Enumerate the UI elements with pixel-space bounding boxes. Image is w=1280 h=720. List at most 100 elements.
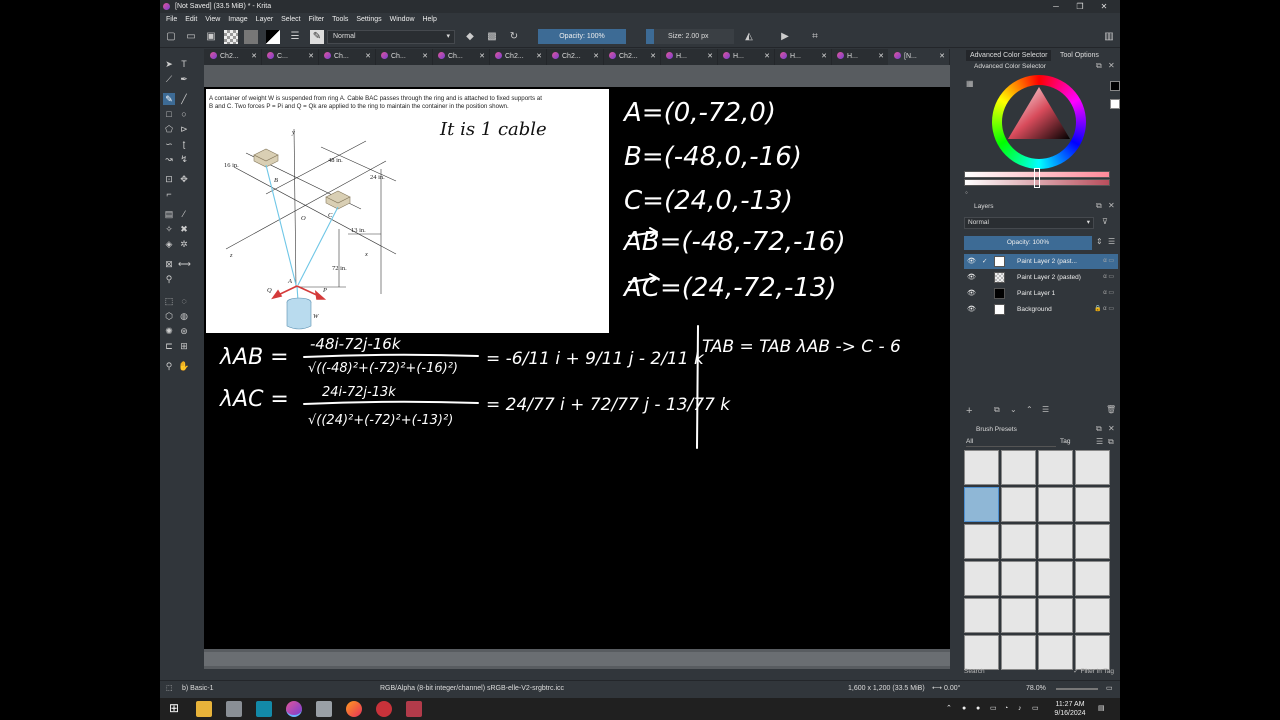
close-panel-icon[interactable]: ✕ <box>1108 61 1115 70</box>
select-shapes-icon[interactable]: ➤ <box>163 58 175 70</box>
app-icon[interactable] <box>376 701 392 717</box>
bezier-tool-icon[interactable]: ∽ <box>163 138 175 150</box>
tab-close-icon[interactable]: ✕ <box>479 49 485 65</box>
maximize-icon[interactable]: ❐ <box>1068 0 1092 13</box>
drawing-canvas[interactable]: A container of weight W is suspended fro… <box>204 87 950 649</box>
brush-preset[interactable] <box>1038 635 1073 670</box>
similar-select-icon[interactable]: ⊛ <box>178 325 190 337</box>
brush-preset[interactable] <box>1001 450 1036 485</box>
brush-tag-label[interactable]: Tag <box>1060 437 1070 447</box>
tab-ch-2[interactable]: Ch... ✕ <box>375 49 433 65</box>
brush-preset[interactable] <box>1075 524 1110 559</box>
gradient-swatch-icon[interactable] <box>224 30 238 44</box>
tab-close-icon[interactable]: ✕ <box>251 49 257 65</box>
float-panel-icon[interactable]: ⧉ <box>1096 424 1102 434</box>
multibrush-icon[interactable]: ↯ <box>178 153 190 165</box>
zoom-tool-icon[interactable]: ⚲ <box>163 360 175 372</box>
menu-layer[interactable]: Layer <box>256 13 274 26</box>
tab-tool-options[interactable]: Tool Options <box>1056 50 1103 61</box>
brush-preset[interactable] <box>964 524 999 559</box>
brush-preset[interactable] <box>1001 524 1036 559</box>
menu-file[interactable]: File <box>166 13 177 26</box>
tab-ch2-2[interactable]: Ch2... ✕ <box>489 49 547 65</box>
menu-image[interactable]: Image <box>228 13 247 26</box>
tab-ch2-3[interactable]: Ch2... ✕ <box>546 49 604 65</box>
measure-tool-icon[interactable]: ⟷ <box>178 258 191 270</box>
ellipse-tool-icon[interactable]: ○ <box>178 108 190 120</box>
freehand-brush-icon[interactable]: ✎ <box>163 93 175 105</box>
notification-icon[interactable]: ▤ <box>1098 704 1105 713</box>
tab-close-icon[interactable]: ✕ <box>308 49 314 65</box>
close-panel-icon[interactable]: ✕ <box>1108 201 1115 210</box>
bezier-select-icon[interactable]: ⊏ <box>163 340 175 352</box>
brush-preset[interactable] <box>1001 635 1036 670</box>
app-icon[interactable] <box>406 701 422 717</box>
fg-bg-color-icon[interactable] <box>266 30 280 44</box>
float-panel-icon[interactable]: ⧉ <box>1096 61 1102 71</box>
color-picker-icon[interactable]: ⁄ <box>178 208 190 220</box>
calligraphy-icon[interactable]: ✒ <box>178 73 190 85</box>
blend-mode-select[interactable]: Normal ▾ <box>327 30 455 44</box>
foreground-color-swatch[interactable] <box>1110 81 1120 91</box>
brush-preset-icon[interactable]: ✎ <box>310 30 324 44</box>
layer-row-paint-2a[interactable]: 👁 ✓ Paint Layer 2 (past... α ▭ <box>964 254 1118 269</box>
layer-opacity-slider[interactable]: Opacity: 100% <box>964 236 1092 250</box>
layer-row-paint-2b[interactable]: 👁 Paint Layer 2 (pasted) α ▭ <box>964 270 1118 285</box>
colorize-mask-icon[interactable]: ✧ <box>163 223 175 235</box>
tab-ch-1[interactable]: Ch... ✕ <box>318 49 376 65</box>
layer-lock-alpha-icon[interactable]: α ▭ <box>1103 286 1114 301</box>
dynamic-brush-icon[interactable]: ↝ <box>163 153 175 165</box>
close-icon[interactable]: ✕ <box>1092 0 1116 13</box>
polyline-tool-icon[interactable]: ⊳ <box>178 123 190 135</box>
opacity-slider[interactable]: Opacity: 100% <box>538 29 626 44</box>
menu-filter[interactable]: Filter <box>309 13 325 26</box>
tab-close-icon[interactable]: ✕ <box>821 49 827 65</box>
reload-preset-icon[interactable]: ↻ <box>507 30 521 44</box>
menu-view[interactable]: View <box>205 13 220 26</box>
clock[interactable]: 11:27 AM 9/16/2024 <box>1050 700 1090 718</box>
brush-preset[interactable] <box>1075 598 1110 633</box>
file-explorer-icon[interactable] <box>196 701 212 717</box>
menu-window[interactable]: Window <box>390 13 415 26</box>
layer-lock-alpha-icon[interactable]: α ▭ <box>1103 270 1114 285</box>
contiguous-select-icon[interactable]: ✺ <box>163 325 175 337</box>
brush-preset[interactable] <box>1001 598 1036 633</box>
tab-h-1[interactable]: H... ✕ <box>660 49 718 65</box>
spin-arrows-icon[interactable]: ⇕ <box>1096 237 1103 246</box>
filter-icon[interactable]: ⊽ <box>1102 217 1108 226</box>
menu-tools[interactable]: Tools <box>332 13 348 26</box>
zoom-slider[interactable] <box>1056 688 1098 690</box>
layer-row-paint-1[interactable]: 👁 Paint Layer 1 α ▭ <box>964 286 1118 301</box>
crop-icon[interactable]: ⌗ <box>808 30 822 44</box>
horizontal-scrollbar[interactable] <box>204 652 950 666</box>
freehand-select-icon[interactable]: ◍ <box>178 310 190 322</box>
tab-close-icon[interactable]: ✕ <box>764 49 770 65</box>
visibility-eye-icon[interactable]: 👁 <box>967 270 976 285</box>
tab-h-2[interactable]: H... ✕ <box>717 49 775 65</box>
brush-preset[interactable] <box>1001 487 1036 522</box>
tab-ch2-4[interactable]: Ch2... ✕ <box>603 49 661 65</box>
line-tool-icon[interactable]: ╱ <box>178 93 190 105</box>
menu-settings[interactable]: Settings <box>356 13 381 26</box>
workspace-icon[interactable]: ▥ <box>1102 30 1116 44</box>
lock-icon[interactable]: 🔒 α ▭ <box>1094 302 1114 317</box>
tab-not-saved[interactable]: [N... ✕ <box>888 49 950 65</box>
menu-help[interactable]: Help <box>422 13 436 26</box>
tab-ch-3[interactable]: Ch... ✕ <box>432 49 490 65</box>
preserve-alpha-icon[interactable]: ▩ <box>485 30 499 44</box>
brush-preset[interactable] <box>1038 524 1073 559</box>
brush-preset[interactable] <box>1038 487 1073 522</box>
brush-preset[interactable] <box>964 561 999 596</box>
brush-options-icon[interactable]: ⧉ <box>1108 437 1114 447</box>
reference-tool-icon[interactable]: ⚲ <box>163 273 175 285</box>
close-panel-icon[interactable]: ✕ <box>1108 424 1115 433</box>
app-icon[interactable] <box>226 701 242 717</box>
duplicate-layer-icon[interactable]: ⧉ <box>994 405 1000 415</box>
brush-settings-icon[interactable]: ☰ <box>288 30 302 44</box>
tab-h-4[interactable]: H... ✕ <box>831 49 889 65</box>
brush-filter-select[interactable]: All <box>966 437 1056 447</box>
menu-edit[interactable]: Edit <box>185 13 197 26</box>
background-color-swatch[interactable] <box>1110 99 1120 109</box>
visibility-eye-icon[interactable]: 👁 <box>967 302 976 317</box>
tray-icon[interactable]: ● <box>962 704 966 713</box>
